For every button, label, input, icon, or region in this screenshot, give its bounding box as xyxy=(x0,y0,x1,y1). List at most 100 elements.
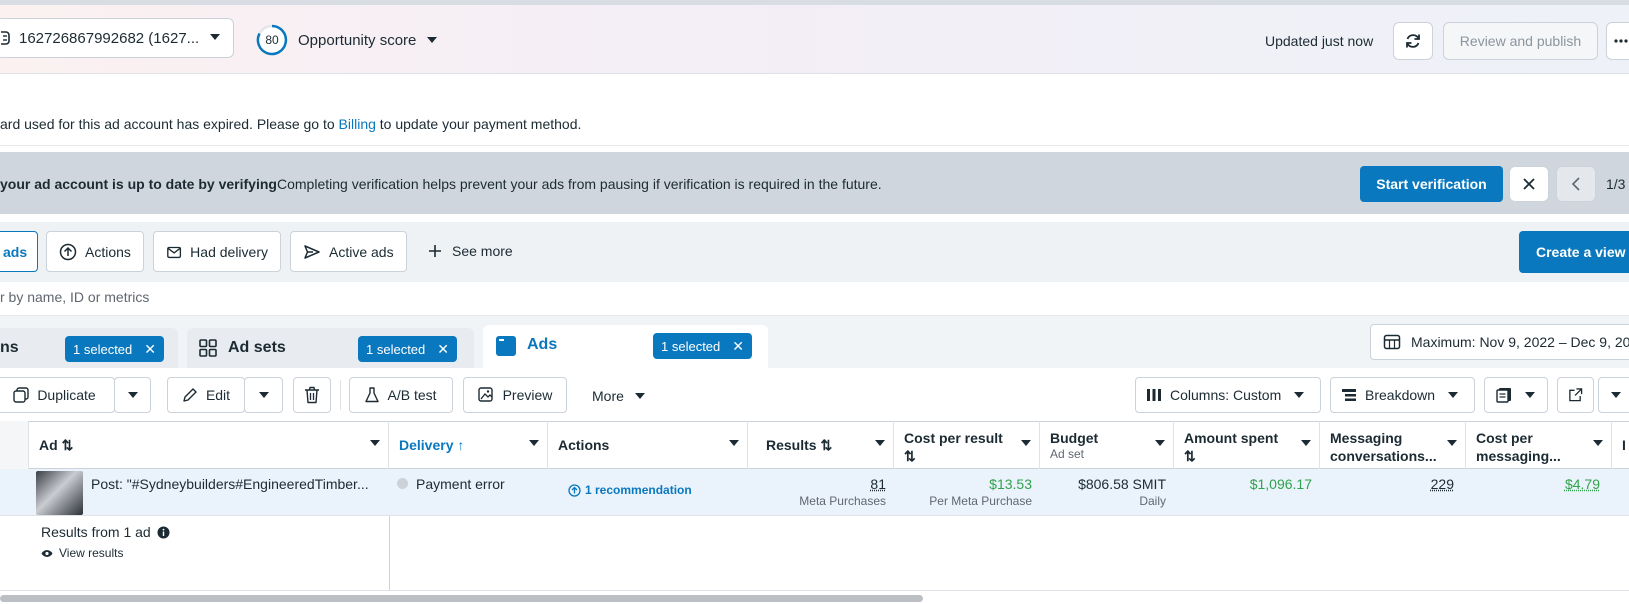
results-value: 81 Meta Purchases xyxy=(760,476,886,523)
ad-name[interactable]: Post: "#Sydneybuilders#EngineeredTimber.… xyxy=(91,476,381,523)
tab-ad-sets[interactable]: Ad sets 1 selected ✕ xyxy=(187,328,474,368)
close-icon[interactable]: ✕ xyxy=(144,341,156,358)
external-link-icon xyxy=(1569,388,1583,402)
cost-per-result-unit: Per Meta Purchase xyxy=(929,494,1032,508)
start-verification-button[interactable]: Start verification xyxy=(1360,166,1503,202)
tab-ads[interactable]: Ads 1 selected ✕ xyxy=(483,325,768,368)
amount-spent-number: $1,096.17 xyxy=(1249,476,1312,492)
horizontal-scrollbar[interactable] xyxy=(0,595,923,602)
tab-label: Ads xyxy=(527,336,558,353)
billing-text: ard used for this ad account has expired… xyxy=(0,116,339,132)
score-ring: 80 xyxy=(256,24,288,56)
column-budget[interactable]: Budget Ad set xyxy=(1040,421,1174,469)
duplicate-button[interactable]: Duplicate xyxy=(0,377,115,413)
column-amount-spent[interactable]: Amount spent ⇅ xyxy=(1174,421,1320,469)
column-label: Cost per messaging... xyxy=(1476,430,1561,464)
selected-count: 1 selected xyxy=(73,341,133,357)
column-label: Actions xyxy=(558,437,610,453)
chevron-down-icon xyxy=(634,393,645,399)
score-value: 80 xyxy=(265,33,279,47)
column-ad[interactable]: Ad ⇅ xyxy=(29,421,389,469)
review-and-publish-button[interactable]: Review and publish xyxy=(1443,22,1598,60)
chip-actions[interactable]: Actions xyxy=(46,231,144,272)
column-cost-per-messaging[interactable]: Cost per messaging... xyxy=(1466,421,1612,469)
top-bar: 162726867992682 (1627... 80 Opportunity … xyxy=(0,0,1629,74)
export-button[interactable] xyxy=(1557,377,1594,413)
close-icon[interactable]: ✕ xyxy=(437,341,449,358)
edit-button[interactable]: Edit xyxy=(167,377,245,413)
column-messaging-conversations[interactable]: Messaging conversations... xyxy=(1320,421,1466,469)
account-label: 162726867992682 (1627... xyxy=(19,29,200,47)
tab-campaigns[interactable]: ns 1 selected ✕ xyxy=(0,328,178,368)
summary-title: Results from 1 ad xyxy=(41,524,151,540)
duplicate-dropdown[interactable] xyxy=(114,377,151,413)
score-label: Opportunity score xyxy=(298,31,417,49)
chip-all-ads[interactable]: ads xyxy=(0,231,38,272)
see-more-button[interactable]: See more xyxy=(428,243,513,259)
sort-ascending-icon: ↑ xyxy=(457,437,465,453)
eye-icon xyxy=(41,549,53,557)
column-actions[interactable]: Actions xyxy=(548,421,748,469)
chevron-down-icon[interactable] xyxy=(1021,440,1031,446)
billing-link[interactable]: Billing xyxy=(339,116,376,132)
more-button[interactable]: More xyxy=(592,388,646,404)
image-icon xyxy=(477,386,493,402)
opportunity-score[interactable]: 80 Opportunity score xyxy=(256,24,438,56)
column-delivery[interactable]: Delivery ↑ xyxy=(389,421,548,469)
verification-description: Completing verification helps prevent yo… xyxy=(277,176,882,192)
chevron-down-icon[interactable] xyxy=(729,440,739,446)
create-view-button[interactable]: Create a view xyxy=(1519,231,1629,273)
columns-button[interactable]: Columns: Custom xyxy=(1135,377,1321,413)
date-range-picker[interactable]: Maximum: Nov 9, 2022 – Dec 9, 20 xyxy=(1370,324,1629,360)
header-checkbox-column xyxy=(0,421,29,469)
chevron-down-icon xyxy=(1294,392,1305,398)
search-input[interactable] xyxy=(0,289,400,305)
trash-icon xyxy=(305,386,319,404)
chevron-down-icon[interactable] xyxy=(1301,440,1311,446)
adsets-selected-pill[interactable]: 1 selected ✕ xyxy=(358,336,457,362)
close-icon[interactable]: ✕ xyxy=(732,338,744,355)
ads-selected-pill[interactable]: 1 selected ✕ xyxy=(653,333,752,359)
previous-banner-button[interactable] xyxy=(1556,166,1596,202)
column-extra[interactable]: I xyxy=(1612,421,1629,469)
chevron-down-icon[interactable] xyxy=(370,440,380,446)
view-results-link[interactable]: View results xyxy=(41,546,123,560)
tab-label: ns xyxy=(0,339,19,356)
account-selector[interactable]: 162726867992682 (1627... xyxy=(0,18,234,58)
refresh-button[interactable] xyxy=(1393,22,1433,60)
pencil-icon xyxy=(183,388,197,402)
column-label: Ad xyxy=(39,437,58,453)
preview-label: Preview xyxy=(502,387,553,403)
recommendation-link[interactable]: 1 recommendation xyxy=(568,483,692,530)
column-label: Cost per result xyxy=(904,430,1003,446)
chip-active-ads[interactable]: Active ads xyxy=(290,231,407,272)
edit-dropdown[interactable] xyxy=(244,377,283,413)
reports-button[interactable] xyxy=(1484,377,1548,413)
campaigns-selected-pill[interactable]: 1 selected ✕ xyxy=(65,336,164,362)
account-icon xyxy=(1,31,10,45)
flask-icon xyxy=(365,387,380,403)
billing-message: ard used for this ad account has expired… xyxy=(0,116,581,132)
grid-icon xyxy=(199,339,217,357)
chevron-down-icon[interactable] xyxy=(875,440,885,446)
column-results[interactable]: Results ⇅ xyxy=(748,421,894,469)
chevron-down-icon[interactable] xyxy=(1447,440,1457,446)
settings-dropdown-button[interactable] xyxy=(1598,377,1629,413)
chip-label: Actions xyxy=(85,243,131,260)
chip-had-delivery[interactable]: Had delivery xyxy=(153,231,281,272)
chevron-down-icon[interactable] xyxy=(1593,440,1603,446)
chevron-down-icon[interactable] xyxy=(1155,440,1165,446)
dismiss-banner-button[interactable] xyxy=(1509,166,1549,202)
info-icon[interactable] xyxy=(157,526,170,539)
breakdown-button[interactable]: Breakdown xyxy=(1330,377,1475,413)
see-more-label: See more xyxy=(452,243,513,259)
column-cost-per-result[interactable]: Cost per result ⇅ xyxy=(894,421,1040,469)
more-options-button[interactable] xyxy=(1606,22,1629,60)
columns-icon xyxy=(1147,389,1161,401)
updated-status: Updated just now xyxy=(1265,33,1374,49)
chevron-down-icon[interactable] xyxy=(529,440,539,446)
cost-per-messaging-value: $4.79 xyxy=(1472,476,1600,523)
ab-test-button[interactable]: A/B test xyxy=(349,377,453,413)
preview-button[interactable]: Preview xyxy=(463,377,567,413)
delete-button[interactable] xyxy=(293,377,331,413)
